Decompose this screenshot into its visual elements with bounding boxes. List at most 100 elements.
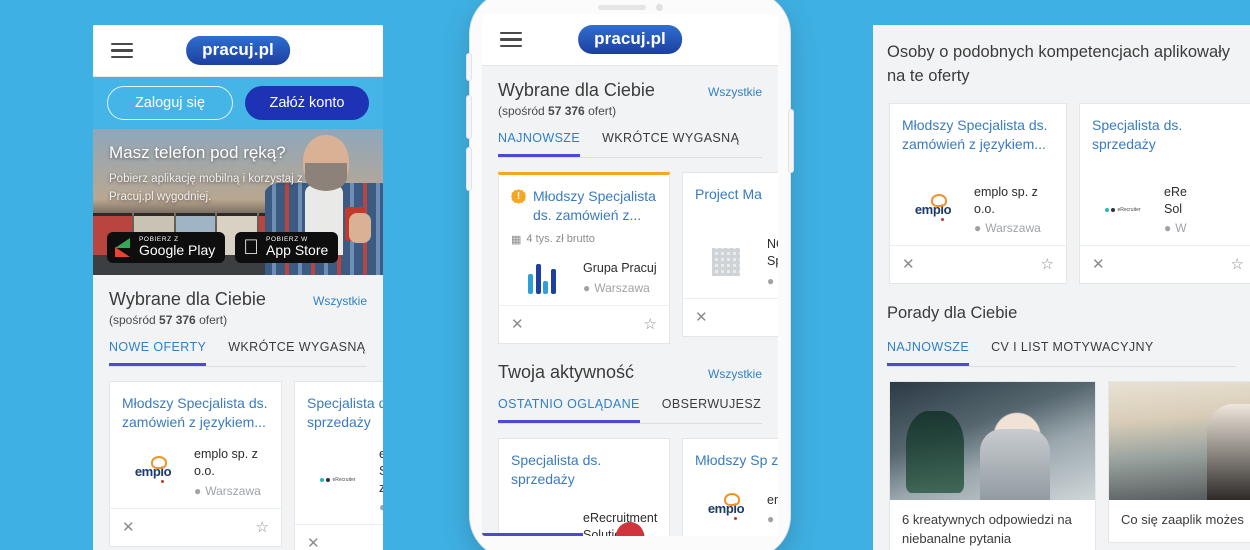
activity-card[interactable]: Specjalista ds. sprzedaży eRecruiter eRe… [498, 437, 670, 536]
app-store-button[interactable]:  Pobierz w App Store [235, 231, 339, 263]
power-button[interactable] [789, 110, 793, 172]
job-card-actions: ✕ ☆ [295, 524, 383, 550]
erecruiter-logo-icon: eRecruiter [1092, 207, 1154, 213]
subtitle-post: ofert) [195, 313, 228, 327]
job-location: ●W [1164, 221, 1187, 235]
job-card[interactable]: Project Ma NO Sp. ●W [682, 172, 778, 337]
star-icon[interactable]: ☆ [1041, 257, 1054, 272]
article-image [1109, 382, 1250, 501]
job-title[interactable]: Project Ma [695, 185, 778, 204]
close-icon[interactable]: ✕ [307, 536, 320, 550]
close-icon[interactable]: ✕ [511, 317, 524, 332]
promo-subtitle: Pobierz aplikację mobilną i korzystaj z … [109, 173, 303, 203]
app-bar: pracuj.pl [93, 25, 383, 77]
close-icon[interactable]: ✕ [695, 310, 708, 325]
job-card-highlighted[interactable]: ! Młodszy Specjalista ds. zamówień z... … [498, 172, 670, 344]
activity-header: Twoja aktywność Wszystkie [498, 362, 762, 383]
mute-switch-button[interactable] [467, 54, 471, 80]
pin-icon: ● [974, 221, 982, 236]
google-play-button[interactable]: Pobierz z Google Play [107, 231, 226, 263]
activity-tabs: OSTATNIO OGLĄDANE OBSERWUJESZ [498, 397, 762, 424]
subtitle-pre: (spośród [498, 104, 549, 118]
screenshot-stage: pracuj.pl Zaloguj się Załóż konto Masz t… [0, 0, 1250, 550]
phone-device-frame: pracuj.pl Wybrane dla Ciebie Wszystkie (… [467, 0, 793, 550]
front-camera-icon [655, 4, 663, 11]
activity-section: Twoja aktywność Wszystkie OSTATNIO OGLĄD… [482, 343, 778, 424]
tab-nowe-oferty[interactable]: NOWE OFERTY [109, 340, 207, 366]
job-card[interactable]: Młodszy Specjalista ds. zamówień z język… [889, 102, 1067, 285]
job-title[interactable]: Młodszy Specjalista ds. zamówień z język… [902, 116, 1054, 154]
company-name: emplo sp. z o.o. [194, 446, 258, 478]
star-icon[interactable]: ☆ [1231, 257, 1244, 272]
job-title[interactable]: Młodszy Sp zamówień [695, 451, 778, 470]
tab-ostatnio-ogladane[interactable]: OSTATNIO OGLĄDANE [498, 397, 640, 423]
job-cards-carousel: Młodszy Specjalista ds. zamówień z język… [93, 367, 383, 550]
job-card[interactable]: Młodszy Specjalista ds. zamówień z język… [109, 381, 282, 547]
article-title[interactable]: 6 kreatywnych odpowiedzi na niebanalne p… [890, 500, 1095, 550]
star-icon[interactable]: ☆ [644, 317, 657, 332]
article-card[interactable]: Co się zaaplik możes [1108, 381, 1250, 544]
job-title[interactable]: Specjalista ds. sprzedaży [307, 394, 383, 432]
company-name-line2: Sol [1164, 201, 1183, 216]
city-label: Warszawa [594, 280, 650, 295]
job-title[interactable]: Specjalista ds. sprzedaży [511, 451, 657, 489]
center-phone-mockup: pracuj.pl Wybrane dla Ciebie Wszystkie (… [467, 0, 793, 550]
job-card[interactable]: Specjalista ds. sprzedaży eRecruiter eRe… [294, 381, 383, 550]
job-location: ●W [767, 512, 778, 526]
menu-icon[interactable] [500, 31, 522, 48]
tab-najnowsze[interactable]: NAJNOWSZE [498, 131, 581, 157]
job-card-actions: ✕ ☆ [110, 507, 281, 546]
article-title[interactable]: Co się zaaplik możes [1109, 500, 1250, 542]
star-icon[interactable]: ☆ [256, 520, 269, 535]
company-name: emplo sp. z o.o. [974, 184, 1038, 216]
menu-icon[interactable] [111, 42, 133, 59]
volume-down-button[interactable] [467, 148, 471, 190]
tab-cv-i-list-motywacyjny[interactable]: CV I LIST MOTYWACYJNY [991, 340, 1154, 366]
company-name: eRecruitment Solution sp. z o.o. [379, 446, 383, 495]
job-title[interactable]: Młodszy Specjalista ds. zamówień z język… [122, 394, 269, 432]
right-phone-mockup: Osoby o podobnych kompetencjach aplikowa… [873, 25, 1250, 550]
tab-wkrotce-wygasna[interactable]: WKRÓTCE WYGASNĄ [228, 340, 365, 366]
company-name-line1: emp [767, 492, 778, 507]
left-phone-screen: pracuj.pl Zaloguj się Załóż konto Masz t… [93, 25, 383, 550]
logo[interactable]: pracuj.pl [578, 25, 682, 54]
article-image [890, 382, 1095, 501]
advice-articles-carousel: 6 kreatywnych odpowiedzi na niebanalne p… [873, 367, 1250, 550]
erecruiter-logo-icon: eRecruiter [307, 477, 369, 483]
activity-card[interactable]: Młodszy Sp zamówień emplo emp ●W [682, 437, 778, 536]
advice-section: Porady dla Ciebie NAJNOWSZE CV I LIST MO… [873, 284, 1250, 368]
tab-obserwujesz[interactable]: OBSERWUJESZ [662, 397, 761, 423]
auth-bar: Zaloguj się Załóż konto [93, 77, 383, 129]
pin-icon: ● [1164, 221, 1172, 236]
close-icon[interactable]: ✕ [1092, 257, 1105, 272]
job-title-row[interactable]: ! Młodszy Specjalista ds. zamówień z... [511, 187, 657, 225]
job-location: ●Warszawa [583, 281, 657, 295]
selected-for-you-section: Wybrane dla Ciebie Wszystkie (spośród 57… [482, 66, 778, 158]
scroll-progress-indicator [482, 533, 583, 536]
section-title: Wybrane dla Ciebie [498, 80, 655, 100]
job-title[interactable]: Specjalista ds. sprzedaży [1092, 116, 1244, 154]
similar-section-title: Osoby o podobnych kompetencjach aplikowa… [887, 43, 1231, 85]
close-icon[interactable]: ✕ [122, 520, 135, 535]
close-icon[interactable]: ✕ [902, 257, 915, 272]
logo[interactable]: pracuj.pl [186, 36, 290, 65]
section-subtitle: (spośród 57 376 ofert) [498, 104, 762, 118]
tab-najnowsze[interactable]: NAJNOWSZE [887, 340, 970, 367]
app-promo-banner[interactable]: Masz telefon pod ręką? Pobierz aplikację… [93, 129, 383, 275]
register-button[interactable]: Załóż konto [245, 86, 369, 120]
app-bar: pracuj.pl [482, 14, 778, 66]
see-all-link[interactable]: Wszystkie [313, 294, 367, 308]
see-all-link[interactable]: Wszystkie [708, 85, 762, 99]
article-card[interactable]: 6 kreatywnych odpowiedzi na niebanalne p… [889, 381, 1096, 550]
activity-see-all-link[interactable]: Wszystkie [708, 367, 762, 381]
store-badges: Pobierz z Google Play  Pobierz w App St… [107, 231, 339, 263]
activity-cards-carousel: Specjalista ds. sprzedaży eRecruiter eRe… [482, 424, 778, 536]
volume-up-button[interactable] [467, 96, 471, 138]
job-card[interactable]: Specjalista ds. sprzedaży eRecruiter eRe… [1079, 102, 1250, 285]
emplo-logo-icon: emplo [695, 493, 757, 521]
login-button[interactable]: Zaloguj się [107, 86, 233, 120]
section-tabs: NAJNOWSZE WKRÓTCE WYGASNĄ [498, 131, 762, 158]
pin-icon: ● [767, 273, 775, 288]
tab-wkrotce-wygasna[interactable]: WKRÓTCE WYGASNĄ [602, 131, 739, 157]
offers-count: 57 376 [548, 104, 585, 118]
